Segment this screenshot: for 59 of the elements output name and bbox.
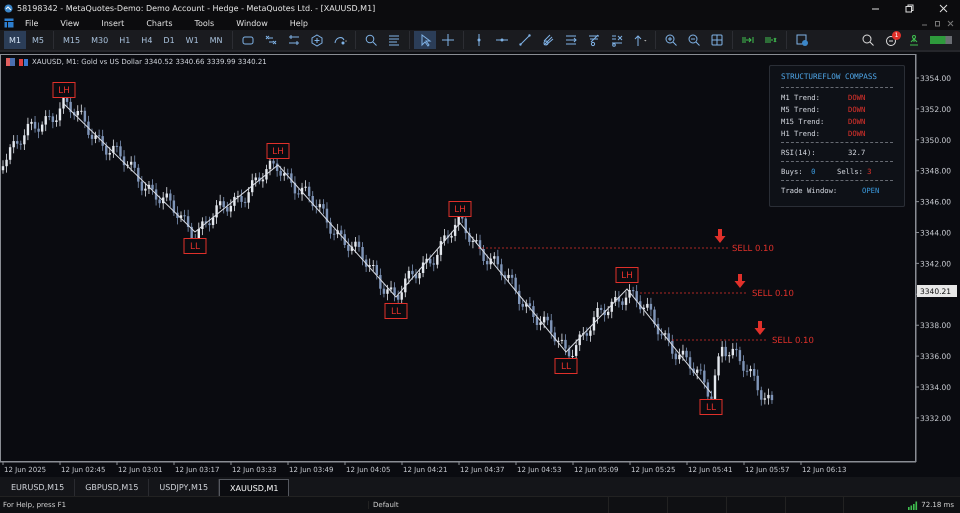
pivot-label: LH	[52, 82, 76, 98]
search-icon[interactable]	[364, 33, 378, 47]
menu-item[interactable]: Window	[225, 18, 279, 28]
pivot-label: LH	[448, 201, 472, 217]
menu-item[interactable]: Insert	[90, 18, 136, 28]
signal-label: SELL 0.10	[772, 336, 814, 346]
window-title: 58198342 - MetaQuotes-Demo: Demo Account - Hedge - MetaQuotes Ltd. - [XAUUSD,M1]	[17, 4, 376, 12]
down-arrow-icon	[754, 321, 766, 335]
flag-icon	[6, 58, 15, 66]
pivot-label: LH	[616, 267, 638, 283]
timeframe-button[interactable]: W1	[180, 31, 204, 49]
pitchfork-icon[interactable]	[540, 33, 555, 47]
fibonacci-icon[interactable]	[586, 33, 601, 47]
connection-indicator	[930, 36, 952, 44]
zoom-in-icon[interactable]	[664, 33, 678, 47]
pivot-label: LL	[554, 358, 578, 374]
pivot-label: LH	[266, 143, 290, 159]
down-arrow-icon	[714, 229, 726, 243]
channel-icon[interactable]	[564, 33, 578, 47]
timeframe-button[interactable]: H1	[114, 31, 136, 49]
close-icon	[938, 4, 948, 12]
trendline-icon[interactable]	[518, 33, 532, 47]
app-icon	[4, 4, 13, 12]
menu-item[interactable]: Tools	[183, 18, 226, 28]
signal-bars-icon	[908, 500, 918, 510]
close-icon[interactable]	[947, 20, 954, 26]
menu-item[interactable]: Charts	[135, 18, 184, 28]
timeframe-button[interactable]: M15	[58, 31, 86, 49]
menu-item[interactable]: View	[49, 18, 90, 28]
tile-windows-icon[interactable]	[710, 33, 724, 47]
chat-icon[interactable]	[884, 33, 898, 47]
signal-label: SELL 0.10	[732, 244, 774, 254]
timeframe-button[interactable]: MN	[204, 31, 228, 49]
pivot-label: LL	[184, 238, 206, 254]
chart-tab[interactable]: XAUUSD,M1	[219, 479, 290, 496]
menu-item[interactable]: Help	[278, 18, 319, 28]
shapes-icon[interactable]	[610, 33, 624, 47]
down-arrow-icon	[734, 274, 746, 288]
pivot-label: LL	[700, 399, 722, 415]
restore-icon	[904, 4, 914, 12]
crosshair-icon[interactable]	[440, 33, 455, 47]
autoscroll-icon[interactable]	[286, 33, 301, 47]
shift-icon[interactable]	[264, 33, 278, 47]
zoom-out-icon[interactable]	[686, 33, 701, 47]
list-icon[interactable]	[386, 33, 401, 47]
timeframe-button[interactable]: M5	[27, 31, 49, 49]
screenshot-icon[interactable]	[794, 33, 809, 47]
signal-label: SELL 0.10	[752, 289, 794, 299]
timeframe-button[interactable]: M1	[4, 31, 26, 49]
restore-icon[interactable]	[934, 20, 941, 26]
timeframe-button[interactable]: D1	[158, 31, 180, 49]
search-icon[interactable]	[861, 33, 875, 47]
one-click-trading-icon[interactable]	[19, 58, 28, 66]
indicator-icon[interactable]	[310, 33, 324, 47]
menu-item[interactable]: File	[14, 18, 50, 28]
timeframe-button[interactable]: M30	[86, 31, 114, 49]
arrows-icon[interactable]	[632, 33, 647, 47]
timeframe-button[interactable]: H4	[136, 31, 158, 49]
pivot-label: LL	[384, 303, 408, 319]
